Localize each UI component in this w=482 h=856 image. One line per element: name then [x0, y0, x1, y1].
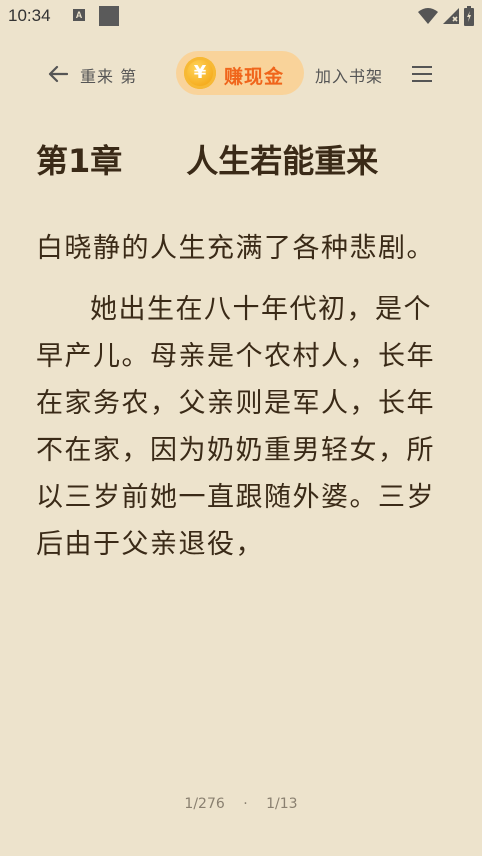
chapter-heading: 第1章 人生若能重来 [36, 142, 379, 180]
yen-glyph: ¥ [193, 62, 207, 83]
arrow-left-icon [48, 65, 68, 83]
menu-icon-line [412, 80, 432, 82]
paragraph: 她出生在八十年代初，是个早产儿。母亲是个农村人，长年在家务农，父亲则是军人，长年… [36, 294, 435, 560]
chapter-content[interactable]: 白晓静的人生充满了各种悲剧。 她出生在八十年代初，是个早产儿。母亲是个农村人，长… [36, 225, 446, 568]
reading-progress: 1/276 · 1/13 [0, 796, 482, 812]
page-progress: 1/276 [184, 796, 225, 812]
battery-icon [464, 6, 474, 26]
reader-toolbar: 重来 第 ¥ 赚现金 加入书架 [0, 48, 482, 100]
earn-cash-button[interactable]: ¥ 赚现金 [176, 51, 304, 95]
signal-icon [443, 8, 459, 24]
menu-icon-line [412, 66, 432, 68]
chapter-progress: 1/13 [266, 796, 298, 812]
menu-icon-line [412, 73, 432, 75]
status-bar: 10:34 A [0, 0, 482, 32]
wifi-icon [418, 8, 438, 24]
gold-coin-icon: ¥ [184, 57, 216, 89]
back-button[interactable] [44, 62, 72, 86]
separator-dot: · [243, 796, 248, 812]
paragraph: 白晓静的人生充满了各种悲剧。 [36, 233, 435, 264]
status-icons [418, 6, 474, 26]
menu-button[interactable] [412, 62, 436, 86]
chapter-title-scroll: 重来 第 [80, 67, 138, 86]
status-time: 10:34 [8, 6, 51, 25]
add-to-shelf-button[interactable]: 加入书架 [315, 63, 383, 87]
notification-square-icon [99, 6, 119, 26]
keyboard-notification-icon: A [73, 9, 85, 21]
earn-cash-label: 赚现金 [224, 66, 285, 88]
